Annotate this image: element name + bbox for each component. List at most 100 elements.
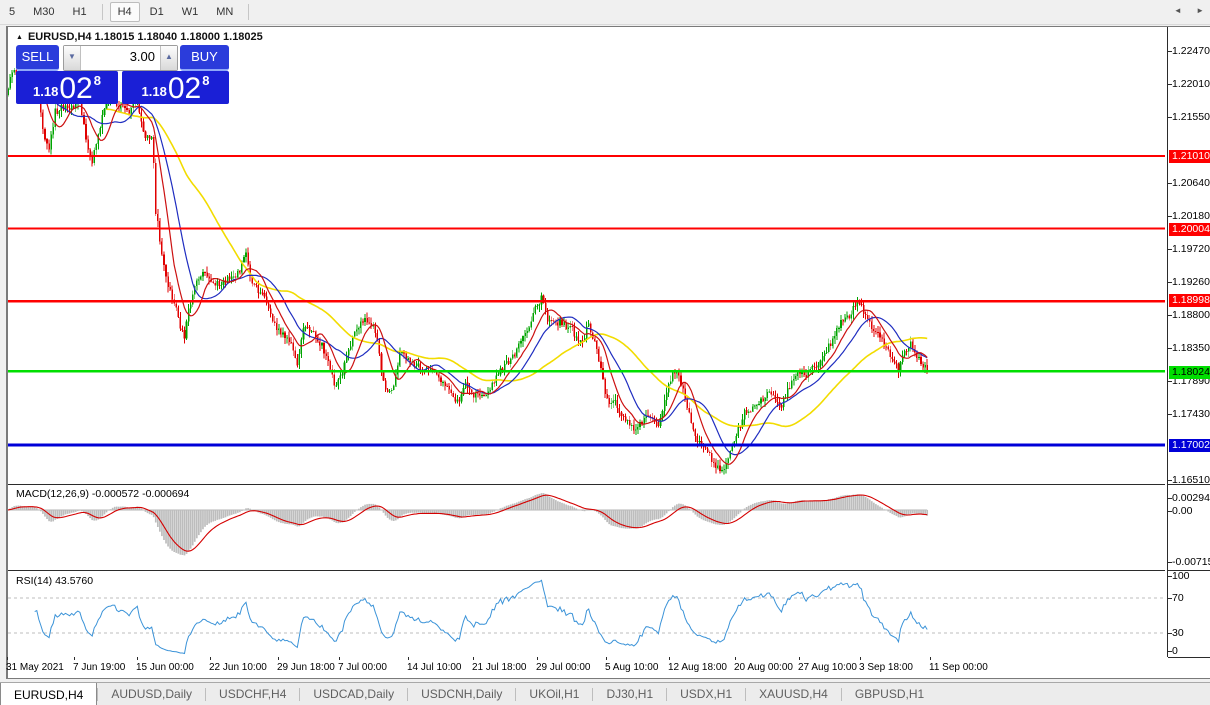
timeframe-button-5[interactable]: 5 <box>1 2 23 22</box>
timeframe-button-h4[interactable]: H4 <box>110 2 140 22</box>
axis-label: 0.002947 <box>1172 492 1210 504</box>
axis-label: 0.00 <box>1172 505 1192 517</box>
time-tick <box>473 657 474 660</box>
time-tick <box>278 657 279 660</box>
sell-price-head: 1.18 <box>33 84 58 99</box>
time-tick <box>799 657 800 660</box>
time-label: 5 Aug 10:00 <box>605 662 658 673</box>
axis-label: -0.007151 <box>1172 556 1210 568</box>
buy-price-pips: 02 <box>168 76 201 102</box>
axis-label: 100 <box>1172 570 1190 582</box>
sell-price-button[interactable]: 1.18 02 8 <box>16 71 118 104</box>
axis-tick <box>1168 651 1172 652</box>
price-line-label: 1.21010 <box>1169 150 1210 163</box>
time-tick <box>860 657 861 660</box>
time-tick <box>408 657 409 660</box>
price-line-label: 1.18998 <box>1169 294 1210 307</box>
axis-tick <box>1168 249 1172 250</box>
axis-tick <box>1168 633 1172 634</box>
chart-tab-xauusd[interactable]: XAUUSD,H4 <box>746 683 841 705</box>
time-label: 12 Aug 18:00 <box>668 662 727 673</box>
time-label: 20 Aug 00:00 <box>734 662 793 673</box>
time-axis: 31 May 20217 Jun 19:0015 Jun 00:0022 Jun… <box>8 657 1167 677</box>
chart-tab-usdx[interactable]: USDX,H1 <box>667 683 745 705</box>
timeframe-button-d1[interactable]: D1 <box>142 2 172 22</box>
time-tick <box>137 657 138 660</box>
axis-tick <box>1168 480 1172 481</box>
time-label: 11 Sep 00:00 <box>929 662 988 673</box>
price-line-label: 1.18024 <box>1169 366 1210 379</box>
chart-ohlc-header: ▲ EURUSD,H4 1.18015 1.18040 1.18000 1.18… <box>16 31 263 43</box>
chart-tab-usdcad[interactable]: USDCAD,Daily <box>300 683 407 705</box>
axis-label: 1.19260 <box>1172 276 1210 288</box>
buy-price-point: 8 <box>202 73 209 88</box>
time-label: 21 Jul 18:00 <box>472 662 527 673</box>
panel-separator <box>1168 657 1210 658</box>
axis-label: 1.20640 <box>1172 177 1210 189</box>
volume-decrease-icon[interactable]: ▼ <box>64 46 81 70</box>
chart-tab-audusd[interactable]: AUDUSD,Daily <box>98 683 205 705</box>
time-label: 29 Jul 00:00 <box>536 662 591 673</box>
tab-scroll-arrows: ◄ ► <box>1162 6 1204 15</box>
axis-tick <box>1168 381 1172 382</box>
panel-separator <box>1168 484 1210 485</box>
panel-separator <box>1168 570 1210 571</box>
macd-indicator-label: MACD(12,26,9) -0.000572 -0.000694 <box>16 488 189 500</box>
buy-price-button[interactable]: 1.18 02 8 <box>122 71 229 104</box>
time-tick <box>537 657 538 660</box>
axis-label: 70 <box>1172 592 1184 604</box>
timeframe-toolbar: 5M30H1 H4D1W1MN <box>0 0 1210 25</box>
price-axis: 1.224701.220101.215501.206401.201801.197… <box>1167 27 1210 657</box>
chart-tab-dj30[interactable]: DJ30,H1 <box>593 683 666 705</box>
sell-button[interactable]: SELL <box>16 45 59 71</box>
axis-tick <box>1168 576 1172 577</box>
chart-tab-usdchf[interactable]: USDCHF,H4 <box>206 683 299 705</box>
collapse-panel-icon[interactable]: ▲ <box>16 34 23 41</box>
chart-tab-bar: EURUSD,H4AUDUSD,DailyUSDCHF,H4USDCAD,Dai… <box>0 682 1210 705</box>
volume-input[interactable]: 3.00 <box>81 46 160 70</box>
time-label: 14 Jul 10:00 <box>407 662 462 673</box>
axis-label: 1.20180 <box>1172 210 1210 222</box>
price-line-label: 1.20004 <box>1169 223 1210 236</box>
time-label: 7 Jun 19:00 <box>73 662 125 673</box>
axis-label: 1.22470 <box>1172 45 1210 57</box>
tab-scroll-right-icon[interactable]: ► <box>1196 6 1204 15</box>
one-click-trade-panel: SELL ▼ 3.00 ▲ BUY 1.18 02 8 1.18 02 8 <box>16 45 229 102</box>
time-tick <box>930 657 931 660</box>
timeframe-button-h1[interactable]: H1 <box>65 2 95 22</box>
chart-tab-ukoil[interactable]: UKOil,H1 <box>516 683 592 705</box>
mt4-window: 5M30H1 H4D1W1MN ▲ EURUSD,H4 1.18015 1.180… <box>0 0 1210 705</box>
timeframe-button-mn[interactable]: MN <box>208 2 241 22</box>
time-label: 7 Jul 00:00 <box>338 662 387 673</box>
buy-button[interactable]: BUY <box>180 45 229 71</box>
price-chart-canvas <box>8 27 1167 677</box>
time-label: 15 Jun 00:00 <box>136 662 194 673</box>
chart-tab-eurusd[interactable]: EURUSD,H4 <box>0 683 97 705</box>
time-tick <box>735 657 736 660</box>
time-tick <box>7 657 8 660</box>
time-tick <box>210 657 211 660</box>
time-label: 27 Aug 10:00 <box>798 662 857 673</box>
sell-price-pips: 02 <box>59 76 92 102</box>
buy-price-head: 1.18 <box>142 84 167 99</box>
axis-tick <box>1168 414 1172 415</box>
timeframe-button-m30[interactable]: M30 <box>25 2 62 22</box>
axis-tick <box>1168 562 1172 563</box>
time-label: 29 Jun 18:00 <box>277 662 335 673</box>
time-tick <box>669 657 670 660</box>
axis-tick <box>1168 117 1172 118</box>
tab-scroll-left-icon[interactable]: ◄ <box>1174 6 1182 15</box>
axis-label: 30 <box>1172 627 1184 639</box>
axis-label: 1.21550 <box>1172 111 1210 123</box>
chart-window: ▲ EURUSD,H4 1.18015 1.18040 1.18000 1.18… <box>6 26 1210 679</box>
chart-tab-gbpusd[interactable]: GBPUSD,H1 <box>842 683 937 705</box>
time-label: 31 May 2021 <box>6 662 64 673</box>
toolbar-separator <box>102 4 103 20</box>
time-tick <box>74 657 75 660</box>
timeframe-button-w1[interactable]: W1 <box>174 2 207 22</box>
axis-tick <box>1168 511 1172 512</box>
sell-price-point: 8 <box>94 73 101 88</box>
axis-tick <box>1168 84 1172 85</box>
chart-tab-usdcnh[interactable]: USDCNH,Daily <box>408 683 515 705</box>
volume-increase-icon[interactable]: ▲ <box>160 46 177 70</box>
